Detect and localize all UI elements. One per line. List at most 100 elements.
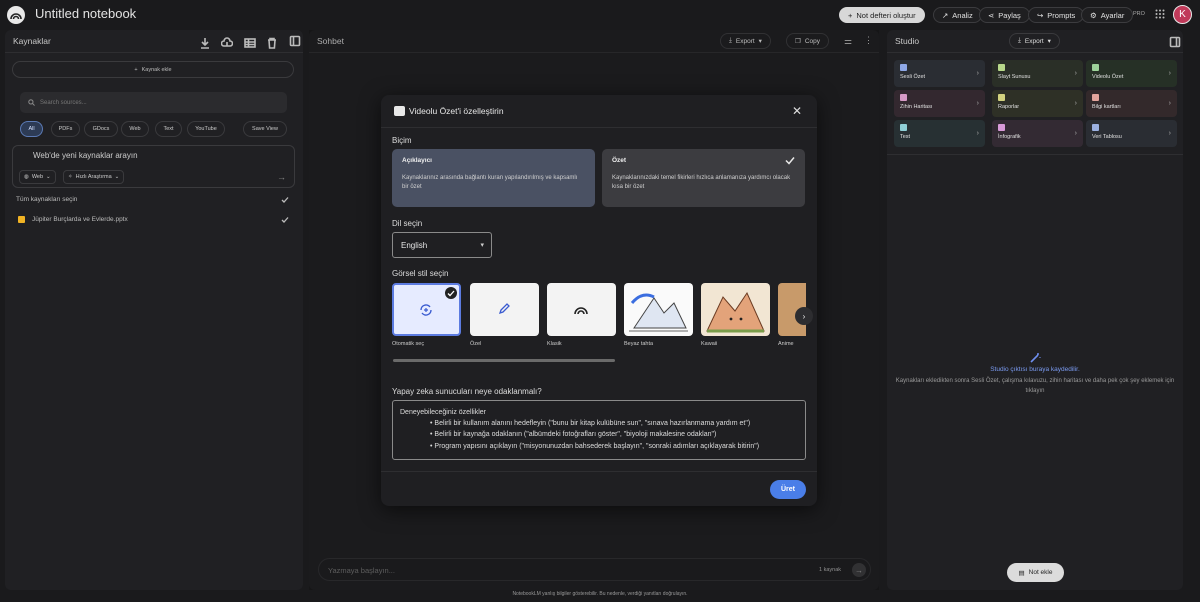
studio-tile-label: Videolu Özet — [1092, 74, 1124, 80]
style-label-auto: Otomatik seç — [392, 341, 425, 347]
table-icon[interactable] — [244, 37, 256, 49]
format-option-summary[interactable]: Özet Kaynaklarınızdaki temel fikirleri h… — [602, 149, 805, 207]
share-button[interactable]: ⋖ Paylaş — [979, 7, 1030, 23]
format-option-title: Açıklayıcı — [402, 157, 432, 164]
cloud-upload-icon[interactable] — [221, 37, 233, 49]
studio-export-label: Export — [1024, 37, 1044, 45]
focus-intro: Deneyebileceğiniz özellikler — [400, 409, 486, 416]
studio-export-button[interactable]: ⤓ Export ▾ — [1009, 33, 1060, 49]
style-card-auto[interactable] — [392, 283, 461, 336]
studio-tile-label: Bilgi kartları — [1092, 104, 1121, 110]
avatar[interactable]: K — [1173, 5, 1192, 24]
studio-tile-icon — [998, 64, 1005, 71]
plus-icon: + — [134, 66, 138, 73]
studio-tile[interactable]: Test › — [894, 120, 985, 147]
studio-tile[interactable]: İnfografik › — [992, 120, 1083, 147]
filter-web[interactable]: Web — [121, 121, 149, 137]
chevron-right-icon: › — [1168, 130, 1171, 137]
style-card-kawaii[interactable] — [701, 283, 770, 336]
studio-tile-icon — [1092, 124, 1099, 131]
filter-youtube[interactable]: YouTube — [187, 121, 225, 137]
style-scrollbar[interactable] — [393, 359, 615, 362]
source-item-name[interactable]: Jüpiter Burçlarda ve Evlerde.pptx — [32, 216, 128, 223]
trend-icon: ↗ — [942, 10, 949, 20]
style-label-custom: Özel — [470, 341, 482, 347]
sources-title: Kaynaklar — [13, 36, 51, 46]
prompts-button[interactable]: ↪ Prompts — [1028, 7, 1085, 23]
notebooklm-logo-icon[interactable] — [7, 6, 25, 24]
studio-tile[interactable]: Videolu Özet › — [1086, 60, 1177, 87]
add-source-label: Kaynak ekle — [141, 66, 172, 73]
focus-textarea[interactable]: Deneyebileceğiniz özellikler Belirli bir… — [392, 400, 806, 460]
generate-button[interactable]: Üret — [770, 480, 806, 499]
source-item-checkbox[interactable] — [281, 216, 289, 224]
web-search-input[interactable]: Web'de yeni kaynaklar arayın — [33, 151, 138, 160]
chevron-down-icon: ⌄ — [114, 174, 120, 180]
research-mode-dropdown[interactable]: ✧ Hızlı Araştırma ⌄ — [63, 170, 125, 184]
pptx-file-icon — [18, 216, 25, 223]
trash-icon[interactable] — [266, 37, 278, 49]
add-note-button[interactable]: ▤ Not ekle — [1007, 563, 1064, 582]
research-chip-label: Hızlı Araştırma — [75, 174, 112, 180]
format-option-explainer[interactable]: Açıklayıcı Kaynaklarınız arasında bağlan… — [392, 149, 595, 207]
focus-label: Yapay zeka sunucuları neye odaklanmalı? — [392, 387, 542, 396]
chevron-right-icon: › — [976, 70, 979, 77]
language-value: English — [401, 240, 428, 250]
apps-grid-icon[interactable] — [1155, 9, 1165, 19]
chevron-right-icon: › — [1168, 70, 1171, 77]
studio-tile-label: Test — [900, 134, 911, 140]
studio-tile[interactable]: Veri Tablosu › — [1086, 120, 1177, 147]
research-icon: ✧ — [68, 174, 73, 180]
chevron-right-icon: › — [1074, 100, 1077, 107]
footer-disclaimer: NotebookLM yanlış bilgiler gösterebilir.… — [512, 591, 688, 597]
filter-gdocs[interactable]: GDocs — [84, 121, 118, 137]
language-select[interactable]: English ▾ — [392, 232, 492, 258]
studio-tile[interactable]: Slayt Sunusu › — [992, 60, 1083, 87]
studio-tile[interactable]: Bilgi kartları › — [1086, 90, 1177, 117]
format-label: Biçim — [392, 136, 412, 145]
style-label: Görsel stil seçin — [392, 269, 449, 278]
web-source-dropdown[interactable]: ◍ Web ⌄ — [19, 170, 56, 184]
analyze-button[interactable]: ↗ Analiz — [933, 7, 982, 23]
analyze-label: Analiz — [952, 10, 973, 20]
collapse-panel-icon[interactable] — [1169, 36, 1181, 48]
studio-tile-icon — [1092, 64, 1099, 71]
save-view-button[interactable]: Save View — [243, 121, 287, 137]
studio-tile[interactable]: Sesli Özet › — [894, 60, 985, 87]
create-notebook-label: Not defteri oluştur — [856, 10, 916, 20]
collapse-panel-icon[interactable] — [289, 35, 301, 47]
style-card-custom[interactable] — [470, 283, 539, 336]
select-all-checkbox[interactable] — [281, 196, 289, 204]
download-icon: ⤓ — [1018, 37, 1021, 44]
studio-tile-icon — [998, 124, 1005, 131]
top-bar: Untitled notebook + Not defteri oluştur … — [0, 0, 1200, 30]
add-source-button[interactable]: + Kaynak ekle — [12, 61, 294, 78]
download-icon[interactable] — [199, 37, 211, 49]
chevron-right-icon[interactable]: › — [795, 307, 813, 325]
filter-text[interactable]: Text — [155, 121, 182, 137]
language-label: Dil seçin — [392, 219, 423, 228]
studio-tile-icon — [1092, 94, 1099, 101]
format-option-desc: Kaynaklarınız arasında bağlantı kuran ya… — [402, 175, 578, 190]
notebook-title[interactable]: Untitled notebook — [35, 6, 136, 21]
format-option-desc: Kaynaklarınızdaki temel fikirleri hızlıc… — [612, 175, 791, 190]
search-sources-input[interactable]: Search sources... — [20, 92, 287, 113]
studio-tile[interactable]: Raporlar › — [992, 90, 1083, 117]
check-icon — [445, 287, 457, 299]
create-notebook-button[interactable]: + Not defteri oluştur — [839, 7, 925, 23]
settings-button[interactable]: ⚙ Ayarlar — [1081, 7, 1134, 23]
style-card-classic[interactable] — [547, 283, 616, 336]
pro-badge: PRO — [1133, 11, 1145, 17]
arrow-right-icon[interactable]: → — [277, 172, 286, 182]
style-card-whiteboard[interactable] — [624, 283, 693, 336]
close-icon[interactable]: ✕ — [792, 104, 802, 118]
focus-suggestion: Belirli bir kaynağa odaklanın ("albümdek… — [430, 429, 798, 440]
studio-tile[interactable]: Zihin Haritası › — [894, 90, 985, 117]
video-summary-icon — [394, 106, 405, 116]
search-icon — [28, 99, 35, 106]
filter-all[interactable]: All — [20, 121, 43, 137]
studio-tile-label: Sesli Özet — [900, 74, 926, 80]
chevron-right-icon: › — [1168, 100, 1171, 107]
filter-pdfs[interactable]: PDFs — [51, 121, 80, 137]
search-sources-placeholder: Search sources... — [40, 99, 87, 106]
